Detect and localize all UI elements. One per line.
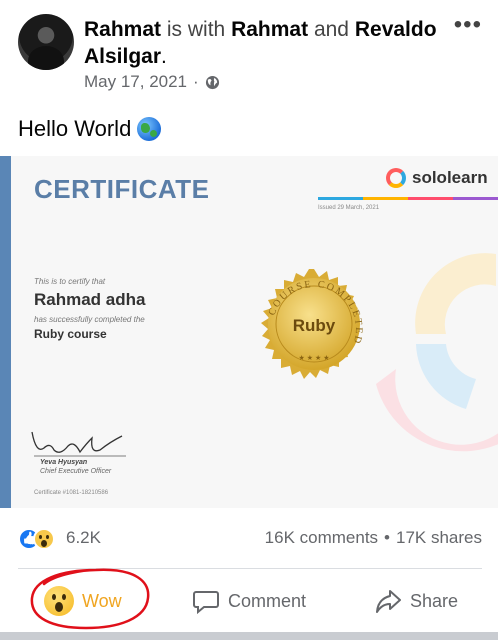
stats-separator: • xyxy=(384,528,390,547)
reaction-icons[interactable] xyxy=(18,528,58,550)
post-author-line: Rahmat is with Rahmat and Revaldo Alsilg… xyxy=(84,16,444,70)
period: . xyxy=(161,45,167,68)
certify-text: This is to certify that xyxy=(34,277,106,286)
share-icon xyxy=(376,590,401,613)
signature-image xyxy=(31,431,126,457)
certificate-title: CERTIFICATE xyxy=(34,174,210,204)
sololearn-decoration xyxy=(376,253,498,452)
course-name: Ruby course xyxy=(34,327,107,341)
seal-stars: ★ ★ ★ ★ xyxy=(299,354,330,362)
red-circle-annotation xyxy=(30,568,150,630)
signer-role: Chief Executive Officer xyxy=(40,468,112,475)
wow-reaction-icon xyxy=(33,528,55,550)
author-name[interactable]: Rahmat xyxy=(84,18,161,41)
sololearn-brand: sololearn xyxy=(386,168,488,188)
brand-stripe xyxy=(318,197,498,200)
earth-globe-icon xyxy=(137,117,162,141)
reactions-bar: 6.2K 16K comments • 17K shares xyxy=(18,527,482,551)
avatar[interactable] xyxy=(18,14,74,70)
issued-date: Issued 29 March, 2021 xyxy=(318,205,380,211)
comment-icon xyxy=(193,591,219,615)
reaction-count[interactable]: 6.2K xyxy=(66,528,101,548)
stripe-segment xyxy=(408,197,453,200)
post-message: Hello World xyxy=(18,116,132,141)
brand-name: sololearn xyxy=(412,168,488,187)
globe-icon xyxy=(205,75,220,90)
and-text: and xyxy=(313,18,349,41)
post-text: Hello World xyxy=(18,116,162,142)
comment-label: Comment xyxy=(228,590,307,611)
with-text: is with xyxy=(166,18,226,41)
completed-text: has successfully completed the xyxy=(34,315,145,324)
comment-button[interactable]: Comment xyxy=(192,578,306,624)
signer-name: Yeva Hyusyan xyxy=(40,459,88,466)
shares-count[interactable]: 17K shares xyxy=(396,528,482,548)
certificate-left-band xyxy=(0,156,11,508)
certificate-number: Certificate #1081-18210586 xyxy=(34,490,109,496)
recipient-name: Rahmad adha xyxy=(34,290,146,309)
more-options-icon[interactable]: ••• xyxy=(454,13,482,37)
bottom-separator xyxy=(0,632,498,640)
meta-separator: · xyxy=(193,72,199,91)
comments-count[interactable]: 16K comments xyxy=(265,528,378,548)
post-header: Rahmat is with Rahmat and Revaldo Alsilg… xyxy=(18,13,488,104)
sololearn-logo-icon xyxy=(386,168,406,188)
seal-course-label: Ruby xyxy=(292,316,336,335)
share-label: Share xyxy=(410,590,459,611)
tagged-name-1[interactable]: Rahmat xyxy=(231,18,308,41)
stripe-segment xyxy=(318,197,363,200)
certificate-image[interactable]: CERTIFICATE sololearn Issued 29 March, 2… xyxy=(0,156,498,508)
stripe-segment xyxy=(453,197,498,200)
post-date[interactable]: May 17, 2021 xyxy=(84,72,187,92)
post-stats: 16K comments • 17K shares xyxy=(265,528,482,548)
post-meta: May 17, 2021 · xyxy=(84,72,220,92)
share-button[interactable]: Share xyxy=(374,578,458,624)
stripe-segment xyxy=(363,197,408,200)
